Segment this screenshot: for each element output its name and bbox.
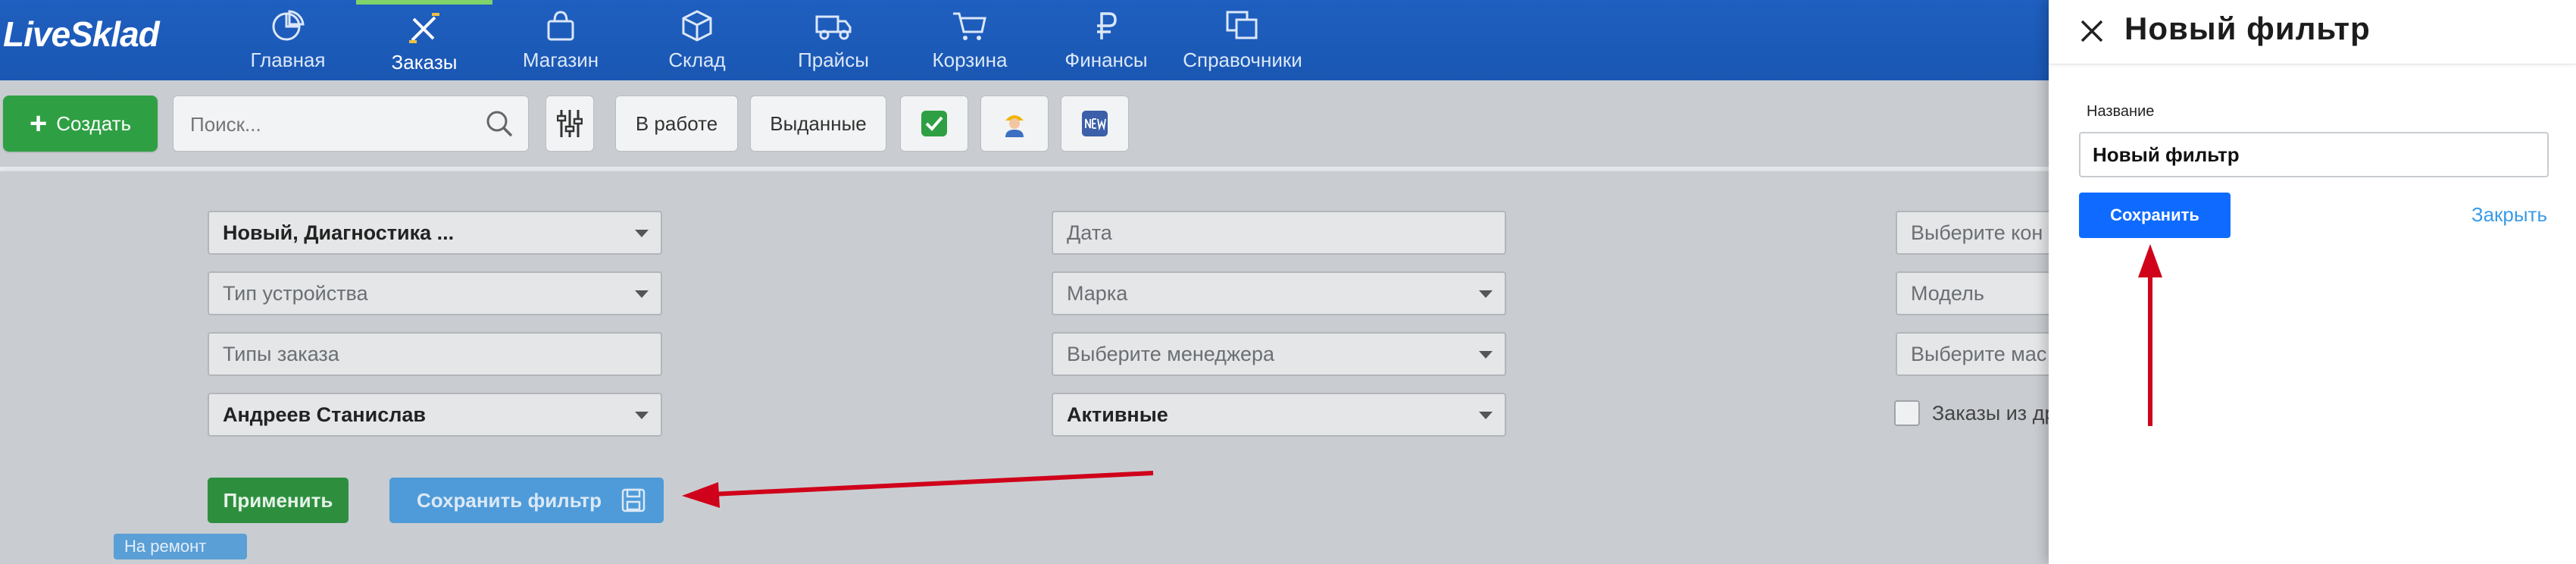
app-logo[interactable]: LiveSklad [3, 14, 160, 55]
apply-label: Применить [223, 488, 333, 512]
chevron-down-icon [1479, 290, 1493, 298]
filter-panel: Новый, Диагностика ... Тип устройства Ти… [0, 171, 2093, 546]
manager-placeholder: Выберите менеджера [1067, 342, 1275, 365]
employee-select[interactable]: Андреев Станислав [208, 393, 662, 437]
chevron-down-icon [635, 290, 649, 298]
copy-icon [1226, 11, 1258, 39]
nav-item-references[interactable]: Справочники [1174, 0, 1311, 80]
plus-icon: + [29, 107, 48, 140]
shopping-bag-icon [547, 10, 574, 40]
model-placeholder: Модель [1911, 281, 1984, 305]
nav-item-warehouse[interactable]: Склад [629, 0, 765, 80]
orders-toolbar: + Создать В работе Выданные [0, 80, 2061, 167]
nav-label: Главная [250, 48, 326, 71]
save-label: Сохранить [2110, 205, 2199, 224]
date-placeholder: Дата [1067, 221, 1112, 244]
search-input[interactable] [189, 96, 480, 152]
chevron-down-icon [635, 230, 649, 237]
sliders-icon [557, 110, 583, 137]
top-navigation-bar: LiveSklad Главная Заказы Магазин Склад П… [0, 0, 2061, 80]
check-mark-icon [921, 111, 947, 136]
status-badge-label: На ремонт [124, 537, 207, 556]
done-filter-button[interactable] [900, 96, 968, 152]
main-nav: Главная Заказы Магазин Склад Прайсы Корз… [220, 0, 1311, 80]
close-icon[interactable] [2079, 18, 2105, 44]
nav-label: Склад [668, 48, 726, 71]
in-work-button[interactable]: В работе [615, 96, 738, 152]
device-type-select[interactable]: Тип устройства [208, 271, 662, 315]
worker-icon [1005, 115, 1024, 137]
nav-item-prices[interactable]: Прайсы [765, 0, 902, 80]
name-label: Название [2087, 103, 2155, 120]
device-type-placeholder: Тип устройства [223, 281, 368, 305]
nav-item-shop[interactable]: Магазин [492, 0, 629, 80]
close-link[interactable]: Закрыть [2471, 203, 2547, 227]
brand-select[interactable]: Марка [1052, 271, 1506, 315]
new-filter-button[interactable] [1061, 96, 1129, 152]
contractor-placeholder: Выберите кон [1911, 221, 2043, 244]
orders-table-row-peek [0, 546, 2061, 564]
other-orders-checkbox-row: Заказы из др [1894, 400, 2055, 426]
search-icon[interactable] [484, 108, 514, 139]
truck-icon [815, 15, 852, 39]
active-value: Активные [1067, 403, 1168, 426]
nav-label: Финансы [1064, 48, 1148, 71]
tools-icon [409, 12, 439, 43]
in-work-label: В работе [635, 111, 718, 135]
nav-label: Корзина [932, 48, 1008, 71]
order-types-placeholder: Типы заказа [223, 342, 339, 365]
floppy-disk-icon [621, 488, 646, 512]
employee-value: Андреев Станислав [223, 403, 426, 426]
issued-button[interactable]: Выданные [750, 96, 886, 152]
filter-settings-button[interactable] [546, 96, 594, 152]
other-orders-checkbox[interactable] [1894, 400, 1920, 426]
box-icon [682, 9, 712, 42]
search-box [173, 96, 529, 152]
brand-placeholder: Марка [1067, 281, 1128, 305]
save-filter-label: Сохранить фильтр [417, 488, 602, 512]
status-badge: На ремонт [114, 534, 247, 559]
save-filter-button[interactable]: Сохранить фильтр [389, 478, 664, 523]
new-filter-drawer: Новый фильтр Название Сохранить Закрыть [2049, 0, 2576, 564]
nav-label: Прайсы [798, 48, 869, 71]
cart-icon [953, 12, 986, 40]
issued-label: Выданные [770, 111, 867, 135]
master-placeholder: Выберите мас [1911, 342, 2047, 365]
drawer-title: Новый фильтр [2124, 11, 2371, 46]
apply-button[interactable]: Применить [208, 478, 349, 523]
worker-filter-button[interactable] [980, 96, 1049, 152]
filter-name-input[interactable] [2079, 132, 2549, 177]
active-select[interactable]: Активные [1052, 393, 1506, 437]
nav-label: Справочники [1183, 48, 1302, 71]
status-value: Новый, Диагностика ... [223, 221, 455, 244]
pie-chart-icon [272, 9, 305, 40]
create-label: Создать [56, 111, 132, 135]
save-button[interactable]: Сохранить [2079, 193, 2231, 238]
ruble-icon [1097, 11, 1117, 39]
nav-item-finance[interactable]: Финансы [1038, 0, 1174, 80]
status-select[interactable]: Новый, Диагностика ... [208, 211, 662, 255]
nav-item-orders[interactable]: Заказы [356, 0, 492, 80]
nav-item-home[interactable]: Главная [220, 0, 356, 80]
new-badge-icon [1082, 111, 1108, 136]
chevron-down-icon [1479, 412, 1493, 419]
order-types-field[interactable]: Типы заказа [208, 332, 662, 376]
create-button[interactable]: + Создать [3, 96, 158, 152]
drawer-header: Новый фильтр [2049, 0, 2576, 64]
manager-select[interactable]: Выберите менеджера [1052, 332, 1506, 376]
nav-label: Заказы [391, 50, 458, 74]
nav-item-cart[interactable]: Корзина [902, 0, 1038, 80]
other-orders-label: Заказы из др [1932, 401, 2056, 425]
nav-label: Магазин [522, 48, 599, 71]
date-field[interactable]: Дата [1052, 211, 1506, 255]
chevron-down-icon [1479, 351, 1493, 359]
chevron-down-icon [635, 412, 649, 419]
